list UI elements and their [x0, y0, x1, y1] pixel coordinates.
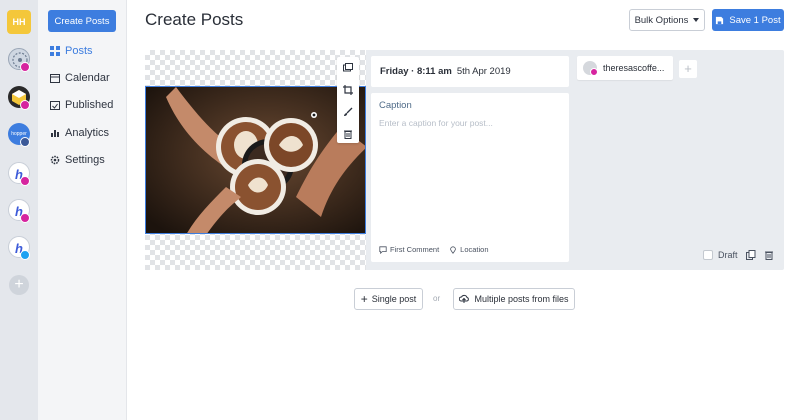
- trash-icon[interactable]: [343, 129, 353, 139]
- instagram-icon: [20, 100, 30, 110]
- plus-icon: +: [14, 276, 24, 293]
- nav-item-label: Analytics: [65, 127, 110, 139]
- coffee-cups-photo: [146, 87, 365, 233]
- nav-item-label: Published: [65, 99, 114, 111]
- caption-panel: Caption First Comment Location: [371, 93, 569, 262]
- post-options-row: Draft: [703, 250, 774, 260]
- post-date-picker[interactable]: Friday · 8:11 am 5th Apr 2019: [371, 56, 569, 87]
- nav-item-published[interactable]: Published: [50, 97, 113, 113]
- save-post-label: Save 1 Post: [729, 14, 781, 26]
- create-posts-button[interactable]: Create Posts: [48, 10, 116, 32]
- post-image[interactable]: [145, 86, 366, 234]
- instagram-icon: [20, 176, 30, 186]
- account-avatar: [583, 61, 598, 76]
- multiple-posts-label: Multiple posts from files: [474, 294, 569, 304]
- twitter-icon: [20, 250, 30, 260]
- gallery-icon[interactable]: [343, 63, 353, 73]
- location-pin-icon: [450, 245, 456, 254]
- grid-icon: [50, 46, 60, 56]
- trash-icon[interactable]: [764, 250, 774, 260]
- account-name: theresascoffe...: [603, 63, 665, 73]
- nav-item-posts[interactable]: Posts: [50, 43, 93, 59]
- post-date-day: Friday · 8:11 am: [380, 66, 452, 77]
- instagram-icon: [20, 62, 30, 72]
- nav-item-analytics[interactable]: Analytics: [50, 125, 109, 141]
- page-title: Create Posts: [145, 10, 244, 29]
- caption-input[interactable]: [379, 118, 559, 128]
- save-icon: [716, 16, 724, 24]
- single-post-button[interactable]: + Single post: [354, 288, 423, 310]
- draft-label: Draft: [718, 250, 738, 260]
- draft-checkbox[interactable]: [703, 250, 713, 260]
- nav-item-settings[interactable]: Settings: [50, 152, 105, 168]
- add-account-button[interactable]: +: [9, 275, 29, 295]
- caret-down-icon: [693, 18, 700, 22]
- bulk-options-label: Bulk Options: [634, 14, 689, 26]
- workspace-avatar[interactable]: HH: [7, 10, 31, 34]
- check-calendar-icon: [50, 101, 60, 110]
- brush-icon[interactable]: [343, 107, 353, 117]
- first-comment-button[interactable]: First Comment: [379, 245, 439, 254]
- save-post-button[interactable]: Save 1 Post: [712, 9, 784, 31]
- caption-label: Caption: [379, 100, 412, 111]
- gear-icon: [50, 155, 60, 165]
- duplicate-icon[interactable]: [745, 250, 756, 260]
- multiple-posts-button[interactable]: Multiple posts from files: [453, 288, 575, 310]
- location-label: Location: [460, 245, 489, 254]
- image-toolbar: [337, 57, 359, 143]
- account-rail: HH hopper h h h +: [0, 0, 38, 420]
- plus-icon: +: [684, 61, 692, 76]
- caption-footer: First Comment Location: [379, 245, 499, 254]
- nav-item-label: Settings: [65, 154, 105, 166]
- location-button[interactable]: Location: [449, 245, 489, 254]
- add-account-to-post-button[interactable]: +: [679, 60, 697, 78]
- facebook-icon: [20, 137, 30, 147]
- single-post-label: Single post: [371, 294, 417, 304]
- nav-item-calendar[interactable]: Calendar: [50, 70, 110, 86]
- bulk-options-button[interactable]: Bulk Options: [629, 9, 705, 31]
- first-comment-label: First Comment: [390, 245, 440, 254]
- nav-item-label: Posts: [65, 45, 93, 57]
- upload-cloud-icon: [459, 294, 470, 303]
- nav-sidebar: Create Posts Posts Calendar Published An…: [38, 0, 127, 420]
- instagram-icon: [590, 68, 598, 76]
- or-separator: or: [433, 294, 441, 303]
- instagram-icon: [20, 213, 30, 223]
- nav-item-label: Calendar: [65, 72, 110, 84]
- comment-icon: [379, 245, 387, 254]
- bar-chart-icon: [51, 130, 59, 137]
- post-date-value: 5th Apr 2019: [456, 66, 511, 77]
- calendar-icon: [50, 74, 60, 83]
- crop-icon[interactable]: [343, 85, 353, 95]
- plus-icon: +: [360, 292, 368, 306]
- selected-account-chip[interactable]: theresascoffe...: [577, 56, 673, 80]
